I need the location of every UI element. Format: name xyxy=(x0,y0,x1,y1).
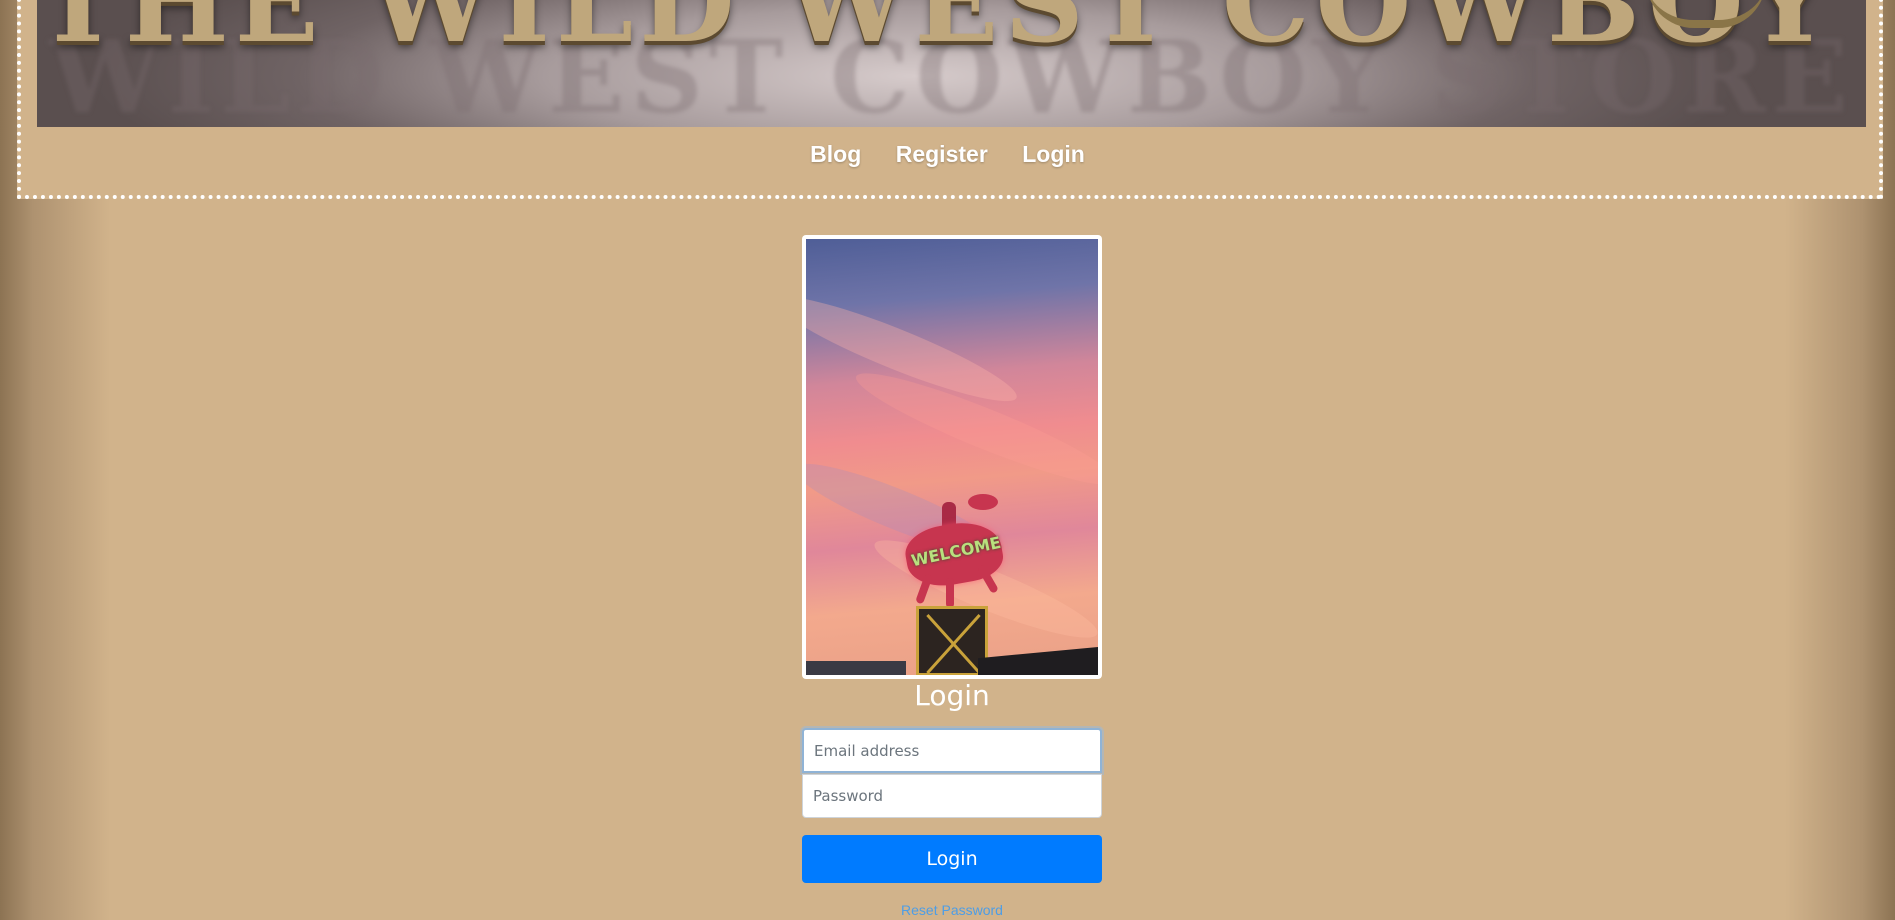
password-field[interactable] xyxy=(802,774,1102,818)
reset-password-link[interactable]: Reset Password xyxy=(802,902,1102,918)
nav-register-link[interactable]: Register xyxy=(896,141,988,168)
welcome-photo-frame: WELCOME xyxy=(802,235,1102,679)
login-heading: Login xyxy=(914,679,990,712)
header-banner: WILD WEST COWBOY STORE THE WILD WEST COW… xyxy=(37,0,1866,127)
main-nav: Blog Register Login xyxy=(0,141,1895,168)
bronco-neon-sign: WELCOME xyxy=(901,494,1007,608)
bronco-leg xyxy=(946,578,954,608)
email-field[interactable] xyxy=(802,728,1102,773)
nav-login-link[interactable]: Login xyxy=(1022,141,1085,168)
bronco-head xyxy=(968,494,998,510)
login-submit-button[interactable]: Login xyxy=(802,835,1102,883)
banner-title: THE WILD WEST COWBOY STORE xyxy=(37,0,1866,67)
welcome-sign-image: WELCOME xyxy=(806,239,1098,675)
rooftop-silhouette xyxy=(806,645,1098,675)
nav-blog-link[interactable]: Blog xyxy=(810,141,861,168)
